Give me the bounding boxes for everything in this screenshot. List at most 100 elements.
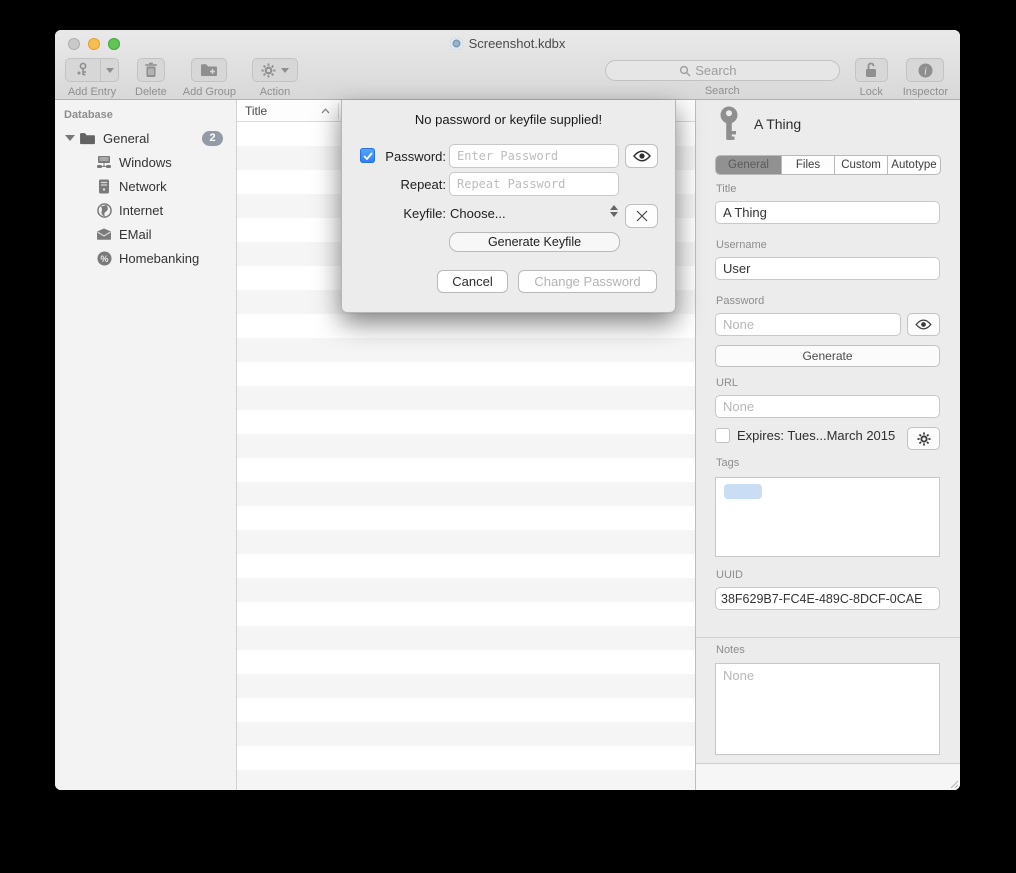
search-icon <box>679 65 691 77</box>
tab-general[interactable]: General <box>716 156 782 174</box>
inspector-tabs: General Files Custom Autotype <box>715 155 941 175</box>
cancel-label: Cancel <box>452 274 492 289</box>
folder-icon <box>79 132 96 145</box>
add-entry-button[interactable] <box>65 58 119 82</box>
clear-keyfile-button[interactable] <box>625 204 658 228</box>
svg-text:i: i <box>924 66 927 77</box>
sidebar-item-label: EMail <box>119 227 152 242</box>
sidebar-item-label: Internet <box>119 203 163 218</box>
svg-text:%: % <box>100 253 108 263</box>
password-checkbox[interactable] <box>360 148 375 163</box>
search-field[interactable] <box>605 60 840 81</box>
password-field-label: Password <box>716 295 764 307</box>
delete-button[interactable] <box>137 58 165 82</box>
action-toolbar-item: Action <box>252 58 298 98</box>
chevron-down-icon <box>106 68 114 73</box>
server-icon <box>96 178 112 194</box>
group-count-badge: 2 <box>202 131 223 146</box>
title-field-label: Title <box>716 183 736 195</box>
sidebar-item-windows[interactable]: Windows <box>55 150 236 174</box>
dialog-repeat-input[interactable] <box>449 172 619 196</box>
username-field[interactable] <box>715 257 940 280</box>
add-group-toolbar-item: Add Group <box>183 58 236 98</box>
change-password-button[interactable]: Change Password <box>518 270 657 293</box>
password-field[interactable] <box>715 313 901 336</box>
action-button[interactable] <box>252 58 298 82</box>
tab-custom[interactable]: Custom <box>835 156 888 174</box>
uuid-label: UUID <box>716 569 743 581</box>
tab-autotype[interactable]: Autotype <box>888 156 940 174</box>
unlocked-padlock-icon <box>864 62 878 78</box>
trash-icon <box>144 62 158 78</box>
add-group-button[interactable] <box>191 58 227 82</box>
generate-password-button[interactable]: Generate <box>715 345 940 367</box>
percent-icon: % <box>96 250 112 266</box>
change-password-label: Change Password <box>534 274 640 289</box>
inspector-button[interactable]: i <box>906 58 944 82</box>
username-field-label: Username <box>716 239 767 251</box>
column-divider[interactable] <box>338 103 339 119</box>
sidebar: Database General 2 Windows <box>55 100 237 790</box>
folder-plus-icon <box>200 63 218 77</box>
add-entry-toolbar-item: Add Entry <box>65 58 119 98</box>
window-chrome: Screenshot.kdbx Add Entry <box>55 30 960 100</box>
sidebar-item-internet[interactable]: Internet <box>55 198 236 222</box>
popup-stepper-icon[interactable] <box>610 205 618 217</box>
expires-settings-button[interactable] <box>907 427 940 450</box>
key-plus-icon <box>66 59 101 81</box>
delete-toolbar-item: Delete <box>135 58 167 98</box>
expires-row: Expires: Tues...March 2015 <box>715 428 895 443</box>
expires-checkbox[interactable] <box>715 428 730 443</box>
sidebar-item-homebanking[interactable]: % Homebanking <box>55 246 236 270</box>
section-divider <box>696 637 960 638</box>
sidebar-item-label: Windows <box>119 155 172 170</box>
generate-keyfile-button[interactable]: Generate Keyfile <box>449 232 620 252</box>
sidebar-item-general[interactable]: General 2 <box>55 126 236 150</box>
tags-box[interactable] <box>715 477 940 557</box>
url-field[interactable] <box>715 395 940 418</box>
info-icon: i <box>918 63 933 78</box>
add-entry-dropdown[interactable] <box>101 59 118 81</box>
cancel-button[interactable]: Cancel <box>437 270 508 293</box>
show-password-button[interactable] <box>907 313 940 336</box>
dialog-show-password-button[interactable] <box>625 144 658 168</box>
keyfile-popup[interactable]: Choose... <box>450 206 506 221</box>
close-x-icon <box>636 210 648 222</box>
generate-password-label: Generate <box>802 349 852 363</box>
sidebar-header: Database <box>64 109 113 121</box>
search-input[interactable] <box>695 63 765 78</box>
dialog-repeat-label: Repeat: <box>378 177 446 192</box>
tags-label: Tags <box>716 457 739 469</box>
sidebar-item-label: General <box>103 131 149 146</box>
globe-icon <box>96 202 112 218</box>
tab-files[interactable]: Files <box>782 156 835 174</box>
sort-ascending-icon <box>321 108 330 114</box>
window-title-text: Screenshot.kdbx <box>469 36 566 51</box>
title-field[interactable] <box>715 201 940 224</box>
tag-chip[interactable] <box>724 484 762 499</box>
envelope-icon <box>96 226 112 242</box>
sidebar-item-network[interactable]: Network <box>55 174 236 198</box>
resize-grip[interactable] <box>948 778 958 788</box>
generate-keyfile-label: Generate Keyfile <box>488 235 581 249</box>
gear-icon <box>917 432 931 446</box>
sidebar-item-email[interactable]: EMail <box>55 222 236 246</box>
url-field-label: URL <box>716 377 738 389</box>
notes-field[interactable] <box>715 663 940 755</box>
column-header-title[interactable]: Title <box>245 104 267 118</box>
sheet-message: No password or keyfile supplied! <box>342 112 675 127</box>
sidebar-item-label: Homebanking <box>119 251 199 266</box>
uuid-field[interactable] <box>715 587 940 610</box>
app-window: Screenshot.kdbx Add Entry <box>55 30 960 790</box>
entry-title: A Thing <box>754 116 801 132</box>
chevron-down-icon <box>281 68 289 73</box>
lock-toolbar-item: Lock <box>855 58 888 98</box>
disclosure-triangle-icon[interactable] <box>65 135 75 141</box>
lock-button[interactable] <box>855 58 888 82</box>
add-entry-label: Add Entry <box>68 86 116 98</box>
key-icon <box>718 106 740 142</box>
inspector-panel: A Thing General Files Custom Autotype Ti… <box>695 100 960 790</box>
dialog-password-input[interactable] <box>449 144 619 168</box>
gear-icon <box>261 63 276 78</box>
checkmark-icon <box>363 152 373 160</box>
